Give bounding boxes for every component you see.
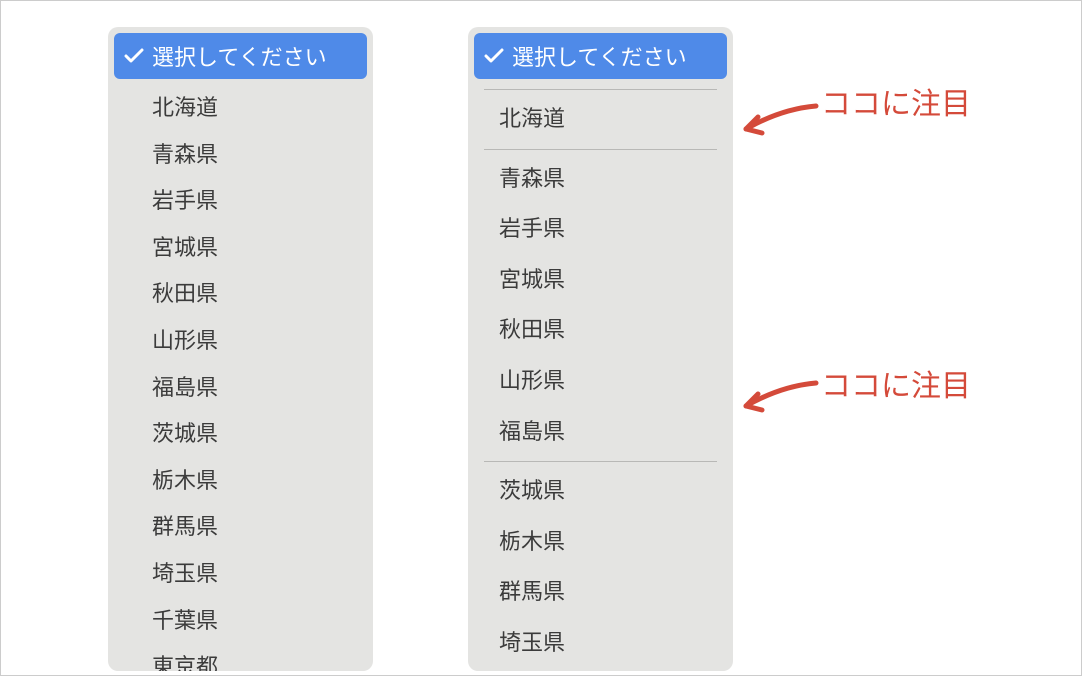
dropdown-selected-option[interactable]: 選択してください: [114, 33, 367, 79]
annotation-arrow-icon: [736, 378, 826, 428]
dropdown-item[interactable]: 秋田県: [114, 271, 367, 318]
annotation-label: ココに注目: [821, 361, 971, 405]
dropdown-prefecture-left[interactable]: 選択してください 北海道 青森県 岩手県 宮城県 秋田県 山形県 福島県 茨城県…: [108, 27, 373, 671]
dropdown-item[interactable]: 茨城県: [474, 466, 727, 517]
dropdown-item[interactable]: 青森県: [474, 154, 727, 205]
dropdown-item[interactable]: 秋田県: [474, 305, 727, 356]
group-divider: [484, 89, 717, 90]
dropdown-item[interactable]: 山形県: [474, 356, 727, 407]
group-divider: [484, 461, 717, 462]
dropdown-selected-label: 選択してください: [512, 40, 687, 72]
check-icon: [484, 48, 504, 64]
dropdown-selected-label: 選択してください: [152, 40, 327, 72]
dropdown-item[interactable]: 宮城県: [114, 225, 367, 272]
dropdown-item[interactable]: 千葉県: [474, 669, 727, 671]
dropdown-item[interactable]: 東京都: [114, 644, 367, 671]
dropdown-item[interactable]: 山形県: [114, 318, 367, 365]
dropdown-item[interactable]: 岩手県: [474, 204, 727, 255]
dropdown-prefecture-right[interactable]: 選択してください 北海道 青森県 岩手県 宮城県 秋田県 山形県 福島県 茨城県…: [468, 27, 733, 671]
dropdown-list: 北海道 青森県 岩手県 宮城県 秋田県 山形県 福島県 茨城県 栃木県 群馬県 …: [474, 79, 727, 671]
annotation-arrow-icon: [736, 101, 826, 151]
dropdown-item[interactable]: 茨城県: [114, 411, 367, 458]
dropdown-item[interactable]: 千葉県: [114, 598, 367, 645]
dropdown-item[interactable]: 群馬県: [114, 504, 367, 551]
check-icon: [124, 48, 144, 64]
dropdown-item[interactable]: 栃木県: [474, 517, 727, 568]
dropdown-item[interactable]: 福島県: [114, 365, 367, 412]
dropdown-item[interactable]: 北海道: [474, 94, 727, 145]
dropdown-item[interactable]: 宮城県: [474, 255, 727, 306]
group-divider: [484, 149, 717, 150]
dropdown-item[interactable]: 福島県: [474, 407, 727, 458]
annotation-label: ココに注目: [821, 79, 971, 123]
dropdown-item[interactable]: 埼玉県: [474, 618, 727, 669]
dropdown-item[interactable]: 岩手県: [114, 178, 367, 225]
dropdown-item[interactable]: 栃木県: [114, 458, 367, 505]
dropdown-list: 北海道 青森県 岩手県 宮城県 秋田県 山形県 福島県 茨城県 栃木県 群馬県 …: [114, 79, 367, 671]
dropdown-item[interactable]: 群馬県: [474, 567, 727, 618]
dropdown-item[interactable]: 青森県: [114, 132, 367, 179]
dropdown-item[interactable]: 北海道: [114, 85, 367, 132]
dropdown-item[interactable]: 埼玉県: [114, 551, 367, 598]
dropdown-selected-option[interactable]: 選択してください: [474, 33, 727, 79]
